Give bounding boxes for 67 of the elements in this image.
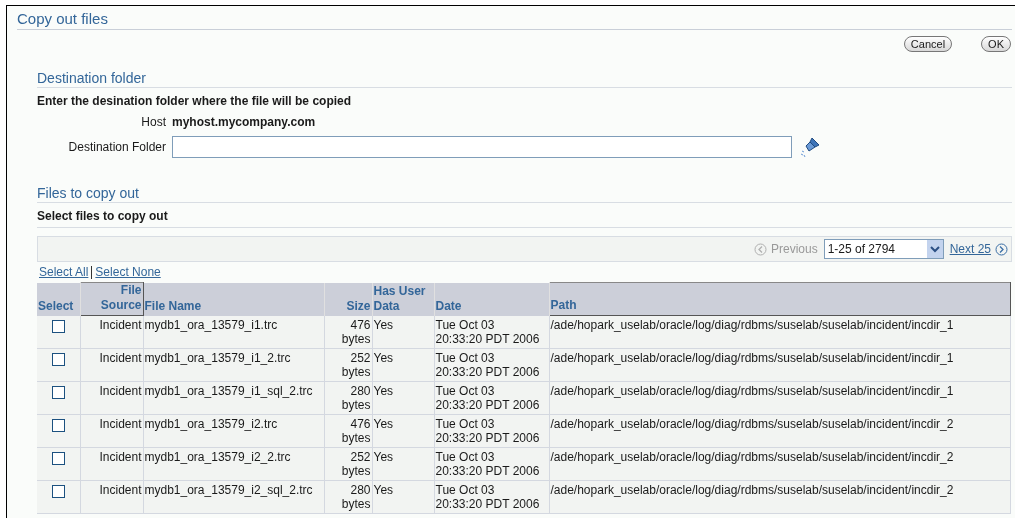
next-link[interactable]: Next 25 xyxy=(949,240,991,258)
user-data-cell: Yes xyxy=(372,315,434,348)
date-cell: Tue Oct 03 20:33:20 PDT 2006 xyxy=(434,447,549,480)
path-cell: /ade/hopark_uselab/oracle/log/diag/rdbms/suselab/suselab/incident/incdir_2 xyxy=(549,480,1011,513)
path-cell: /ade/hopark_uselab/oracle/log/diag/rdbms/suselab/suselab/incident/incdir_2 xyxy=(549,414,1011,447)
column-header: Date xyxy=(434,282,549,316)
row-checkbox[interactable] xyxy=(51,451,65,465)
file-source-cell: Incident xyxy=(80,381,143,414)
flashlight-icon[interactable] xyxy=(798,135,822,159)
column-header: Size xyxy=(324,282,372,316)
action-button[interactable]: OK xyxy=(981,36,1011,52)
user-data-cell: Yes xyxy=(372,381,434,414)
path-cell: /ade/hopark_uselab/oracle/log/diag/rdbms/suselab/suselab/incident/incdir_1 xyxy=(549,348,1011,381)
size-cell: 252 bytes xyxy=(324,447,372,480)
user-data-cell: Yes xyxy=(372,414,434,447)
user-data-cell: Yes xyxy=(372,447,434,480)
date-cell: Tue Oct 03 20:33:20 PDT 2006 xyxy=(434,381,549,414)
row-checkbox[interactable] xyxy=(51,418,65,432)
column-header: Has User Data xyxy=(372,282,434,316)
file-name-cell: mydb1_ora_13579_i1.trc xyxy=(143,315,324,348)
instruction-text: Enter the desination folder where the file will be copied xyxy=(37,94,353,109)
file-name-cell: mydb1_ora_13579_i1_2.trc xyxy=(143,348,324,381)
path-cell: /ade/hopark_uselab/oracle/log/diag/rdbms/suselab/suselab/incident/incdir_1 xyxy=(549,381,1011,414)
row-checkbox[interactable] xyxy=(51,484,65,498)
action-button[interactable]: Cancel xyxy=(903,36,953,52)
date-cell: Tue Oct 03 20:33:20 PDT 2006 xyxy=(434,315,549,348)
host-value: myhost.mycompany.com xyxy=(172,114,317,131)
page-title: Copy out files xyxy=(17,10,109,28)
file-source-cell: Incident xyxy=(80,348,143,381)
column-header: File Name xyxy=(143,282,324,316)
row-checkbox[interactable] xyxy=(51,352,65,366)
file-source-cell: Incident xyxy=(80,414,143,447)
path-cell: /ade/hopark_uselab/oracle/log/diag/rdbms/suselab/suselab/incident/incdir_2 xyxy=(549,447,1011,480)
size-cell: 280 bytes xyxy=(324,480,372,513)
host-label: Host xyxy=(140,114,166,131)
column-header: Path xyxy=(549,282,1011,316)
folder-label: Destination Folder xyxy=(67,139,166,156)
file-name-cell: mydb1_ora_13579_i2.trc xyxy=(143,414,324,447)
row-checkbox[interactable] xyxy=(51,385,65,399)
select-all-link[interactable]: Select All xyxy=(39,263,89,281)
select-none-link[interactable]: Select None xyxy=(95,263,161,281)
date-cell: Tue Oct 03 20:33:20 PDT 2006 xyxy=(434,480,549,513)
dropdown-icon[interactable] xyxy=(926,240,943,258)
range-select[interactable]: 1-25 of 2794 xyxy=(823,239,944,259)
user-data-cell: Yes xyxy=(372,348,434,381)
column-header: Select xyxy=(37,282,80,316)
path-cell: /ade/hopark_uselab/oracle/log/diag/rdbms/suselab/suselab/incident/incdir_1 xyxy=(549,315,1011,348)
section-heading: Files to copy out xyxy=(37,185,140,202)
size-cell: 476 bytes xyxy=(324,315,372,348)
row-checkbox[interactable] xyxy=(51,319,65,333)
size-cell: 280 bytes xyxy=(324,381,372,414)
size-cell: 476 bytes xyxy=(324,414,372,447)
date-cell: Tue Oct 03 20:33:20 PDT 2006 xyxy=(434,348,549,381)
section-heading: Destination folder xyxy=(37,70,147,87)
destination-folder-field[interactable] xyxy=(172,136,792,158)
file-name-cell: mydb1_ora_13579_i2_2.trc xyxy=(143,447,324,480)
file-name-cell: mydb1_ora_13579_i1_sql_2.trc xyxy=(143,381,324,414)
size-cell: 252 bytes xyxy=(324,348,372,381)
next-icon[interactable] xyxy=(995,242,1008,256)
user-data-cell: Yes xyxy=(372,480,434,513)
date-cell: Tue Oct 03 20:33:20 PDT 2006 xyxy=(434,414,549,447)
file-source-cell: Incident xyxy=(80,480,143,513)
column-header: File Source xyxy=(80,282,143,316)
file-name-cell: mydb1_ora_13579_i2_sql_2.trc xyxy=(143,480,324,513)
file-source-cell: Incident xyxy=(80,315,143,348)
instruction-text: Select files to copy out xyxy=(37,209,169,224)
file-source-cell: Incident xyxy=(80,447,143,480)
